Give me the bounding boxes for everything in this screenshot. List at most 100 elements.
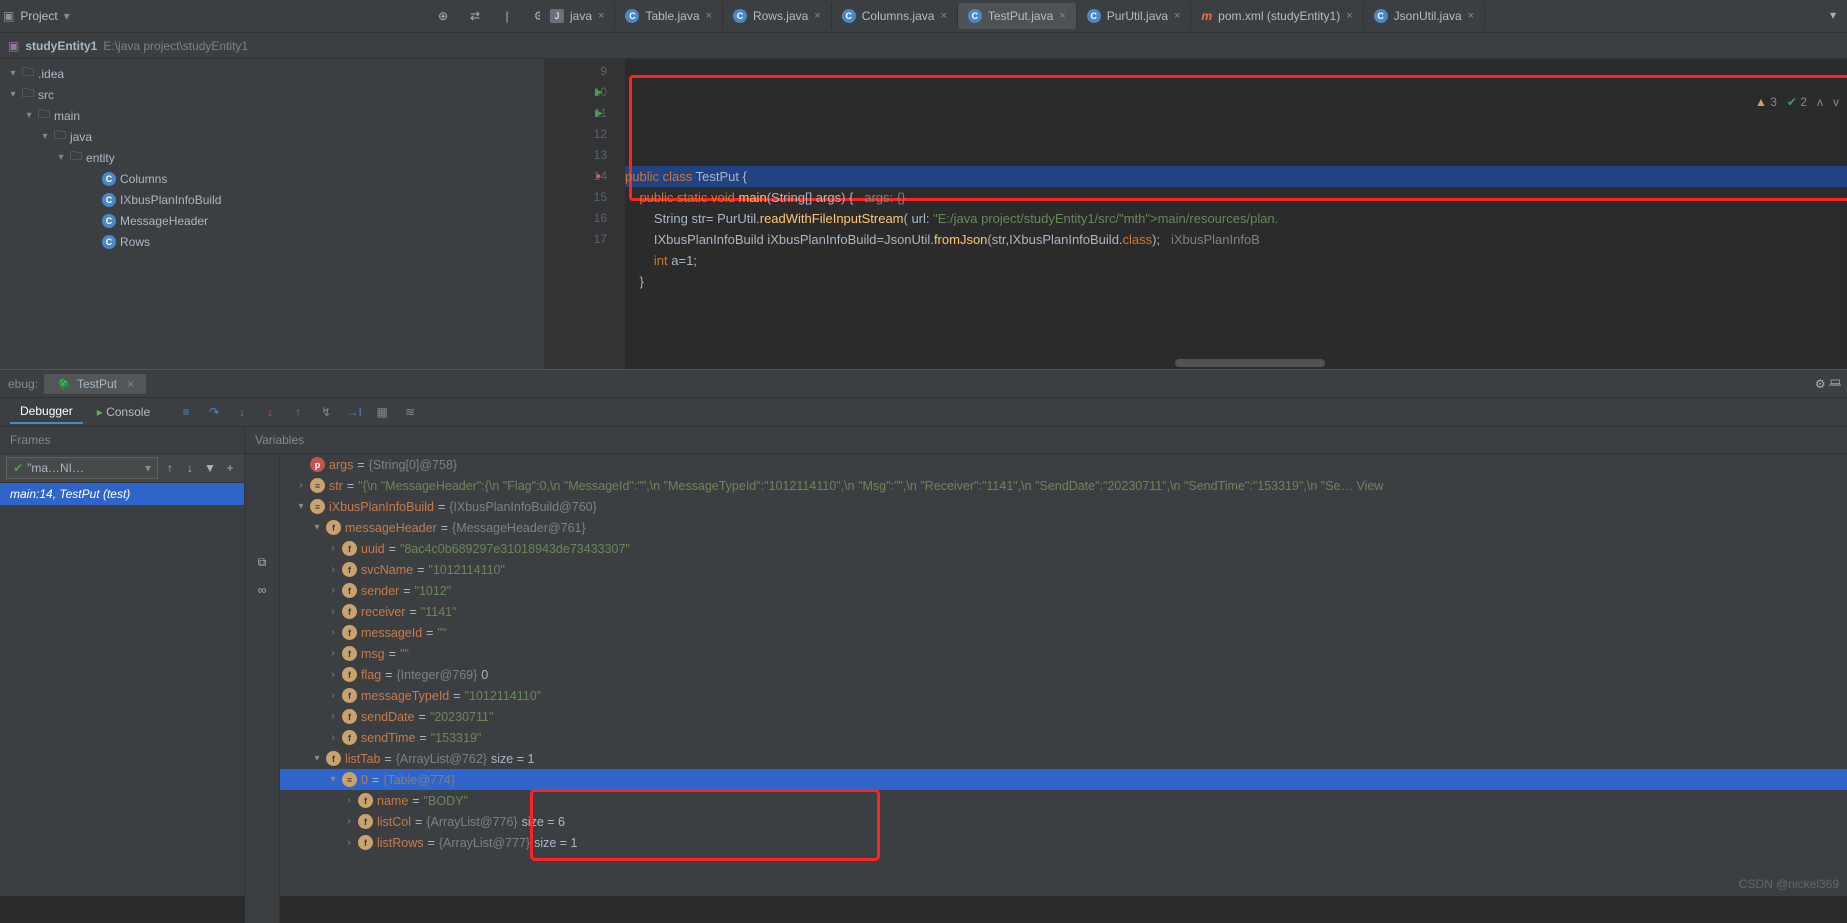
- module-name[interactable]: studyEntity1: [25, 39, 97, 53]
- step-down-icon[interactable]: ↓: [234, 404, 250, 420]
- chevron-icon[interactable]: ›: [344, 837, 354, 848]
- chevron-icon[interactable]: ›: [328, 669, 338, 680]
- link-icon[interactable]: ∞: [254, 582, 270, 598]
- editor-h-scrollbar[interactable]: [1175, 359, 1325, 367]
- chevron-icon[interactable]: ▾: [24, 110, 34, 121]
- close-icon[interactable]: ×: [1059, 10, 1065, 22]
- var-messageTypeId[interactable]: ›fmessageTypeId = "1012114110": [280, 685, 1847, 706]
- chevron-icon[interactable]: ▾: [328, 774, 338, 785]
- var-sendTime[interactable]: ›fsendTime = "153319": [280, 727, 1847, 748]
- var-name[interactable]: ›fname = "BODY": [280, 790, 1847, 811]
- var-iXbusPlanInfoBuild[interactable]: ▾≡iXbusPlanInfoBuild = {IXbusPlanInfoBui…: [280, 496, 1847, 517]
- step-out-icon[interactable]: ↑: [290, 404, 306, 420]
- project-tool-label[interactable]: Project: [20, 9, 57, 23]
- chevron-icon[interactable]: ▾: [312, 753, 322, 764]
- next-frame-icon[interactable]: ↓: [182, 460, 198, 476]
- close-icon[interactable]: ×: [1174, 10, 1180, 22]
- chevron-icon[interactable]: ›: [344, 816, 354, 827]
- tab-console[interactable]: ▸ Console: [87, 401, 160, 423]
- chevron-icon[interactable]: ▾: [296, 501, 306, 512]
- chevron-icon[interactable]: ▾: [312, 522, 322, 533]
- chevron-icon[interactable]: ▾: [8, 68, 18, 79]
- tree-item-main[interactable]: ▾🗀main: [0, 105, 544, 126]
- tab-java[interactable]: Jjava×: [540, 3, 615, 29]
- ok-icon[interactable]: ✔ 2: [1787, 95, 1807, 109]
- chevron-icon[interactable]: ›: [328, 627, 338, 638]
- debug-config-tab[interactable]: 🪲 TestPut ×: [44, 374, 146, 394]
- tree-item-src[interactable]: ▾🗀src: [0, 84, 544, 105]
- tree-item-MessageHeader[interactable]: CMessageHeader: [0, 210, 544, 231]
- tree-item-entity[interactable]: ▾🗀entity: [0, 147, 544, 168]
- var-0[interactable]: ▾≡0 = {Table@774}: [280, 769, 1847, 790]
- var-str[interactable]: ›≡str = "{\n "MessageHeader":{\n "Flag":…: [280, 475, 1847, 496]
- chevron-icon[interactable]: ▾: [56, 152, 66, 163]
- chevron-icon[interactable]: ›: [296, 480, 306, 491]
- var-listRows[interactable]: ›flistRows = {ArrayList@777} size = 1: [280, 832, 1847, 853]
- evaluate-icon[interactable]: ▦: [374, 404, 390, 420]
- chevron-icon[interactable]: ▾: [40, 131, 50, 142]
- settings-icon[interactable]: ⇄: [467, 8, 483, 24]
- tree-item-java[interactable]: ▾🗀java: [0, 126, 544, 147]
- target-icon[interactable]: ⊕: [435, 8, 451, 24]
- var-msg[interactable]: ›fmsg = "": [280, 643, 1847, 664]
- tab-TestPut-java[interactable]: CTestPut.java×: [958, 3, 1077, 29]
- tab-pom-xml-studyEntity1-[interactable]: mpom.xml (studyEntity1)×: [1191, 3, 1363, 29]
- var-uuid[interactable]: ›fuuid = "8ac4c0b689297e31018943de734333…: [280, 538, 1847, 559]
- step-into-icon[interactable]: ↷: [206, 404, 222, 420]
- tree-item-.idea[interactable]: ▾🗀.idea: [0, 63, 544, 84]
- var-messageHeader[interactable]: ▾fmessageHeader = {MessageHeader@761}: [280, 517, 1847, 538]
- close-icon[interactable]: ×: [814, 10, 820, 22]
- var-receiver[interactable]: ›freceiver = "1141": [280, 601, 1847, 622]
- trace-icon[interactable]: ≋: [402, 404, 418, 420]
- chevron-icon[interactable]: ›: [328, 564, 338, 575]
- close-icon[interactable]: ×: [940, 10, 946, 22]
- frame-item[interactable]: main:14, TestPut (test): [0, 483, 244, 505]
- close-icon[interactable]: ×: [706, 10, 712, 22]
- tab-PurUtil-java[interactable]: CPurUtil.java×: [1077, 3, 1192, 29]
- chevron-icon[interactable]: ›: [328, 648, 338, 659]
- tab-Rows-java[interactable]: CRows.java×: [723, 3, 832, 29]
- code-editor[interactable]: 9▶10▶111213●14151617 public class TestPu…: [545, 59, 1847, 369]
- var-sender[interactable]: ›fsender = "1012": [280, 580, 1847, 601]
- chevron-icon[interactable]: ›: [328, 690, 338, 701]
- project-tool-icon[interactable]: ▣: [3, 9, 14, 23]
- chevron-icon[interactable]: ›: [328, 732, 338, 743]
- add-icon[interactable]: +: [222, 460, 238, 476]
- tree-item-Columns[interactable]: CColumns: [0, 168, 544, 189]
- thread-selector[interactable]: ✔ "ma…NI… ▾: [6, 457, 158, 479]
- tab-list-icon[interactable]: ▾: [1825, 7, 1841, 23]
- dropdown-icon[interactable]: ▾: [64, 9, 70, 23]
- prev-frame-icon[interactable]: ↑: [162, 460, 178, 476]
- var-messageId[interactable]: ›fmessageId = "": [280, 622, 1847, 643]
- tab-Columns-java[interactable]: CColumns.java×: [832, 3, 958, 29]
- tab-Table-java[interactable]: CTable.java×: [615, 3, 722, 29]
- up-icon[interactable]: ʌ: [1817, 95, 1823, 109]
- var-listTab[interactable]: ▾flistTab = {ArrayList@762} size = 1: [280, 748, 1847, 769]
- close-icon[interactable]: ×: [1468, 10, 1474, 22]
- force-step-icon[interactable]: ↓: [262, 404, 278, 420]
- code-area[interactable]: public class TestPut { public static voi…: [625, 59, 1847, 369]
- chevron-icon[interactable]: ›: [328, 585, 338, 596]
- var-listCol[interactable]: ›flistCol = {ArrayList@776} size = 6: [280, 811, 1847, 832]
- chevron-icon[interactable]: ▾: [8, 89, 18, 100]
- tree-item-Rows[interactable]: CRows: [0, 231, 544, 252]
- var-sendDate[interactable]: ›fsendDate = "20230711": [280, 706, 1847, 727]
- copy-icon[interactable]: ⧉: [254, 554, 270, 570]
- drop-frame-icon[interactable]: ↯: [318, 404, 334, 420]
- var-flag[interactable]: ›fflag = {Integer@769} 0: [280, 664, 1847, 685]
- step-over-icon[interactable]: ≡: [178, 404, 194, 420]
- project-tree[interactable]: ▾🗀.idea▾🗀src▾🗀main▾🗀java▾🗀entityCColumns…: [0, 59, 545, 369]
- chevron-icon[interactable]: ›: [328, 606, 338, 617]
- chevron-icon[interactable]: ›: [328, 711, 338, 722]
- tab-debugger[interactable]: Debugger: [10, 400, 83, 424]
- close-icon[interactable]: ×: [1346, 10, 1352, 22]
- layout-icon[interactable]: ▭: [1830, 374, 1841, 388]
- down-icon[interactable]: v: [1833, 95, 1839, 109]
- close-icon[interactable]: ×: [598, 10, 604, 22]
- var-args[interactable]: pargs = {String[0]@758}: [280, 454, 1847, 475]
- warn-icon[interactable]: ▲ 3: [1755, 95, 1777, 109]
- var-svcName[interactable]: ›fsvcName = "1012114110": [280, 559, 1847, 580]
- tab-JsonUtil-java[interactable]: CJsonUtil.java×: [1364, 3, 1485, 29]
- chevron-icon[interactable]: ›: [344, 795, 354, 806]
- chevron-icon[interactable]: ›: [328, 543, 338, 554]
